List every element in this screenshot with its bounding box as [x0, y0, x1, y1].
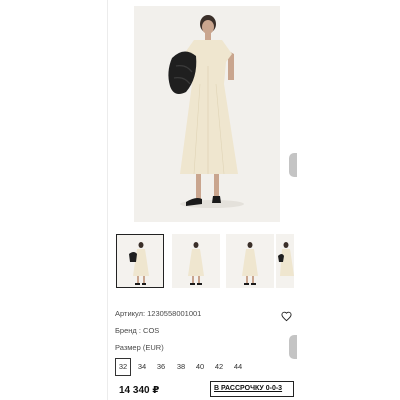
product-sku: Артикул: 1230558001001	[115, 309, 202, 318]
thumbnail-1[interactable]	[116, 234, 164, 288]
thumbnail-2[interactable]	[172, 234, 220, 288]
scroll-handle[interactable]	[289, 335, 297, 359]
size-option-40[interactable]: 40	[192, 358, 208, 376]
size-option-32[interactable]: 32	[115, 358, 131, 376]
size-option-42[interactable]: 42	[211, 358, 227, 376]
thumbnail-3[interactable]	[226, 234, 274, 288]
size-option-36[interactable]: 36	[153, 358, 169, 376]
size-option-44[interactable]: 44	[230, 358, 246, 376]
product-price: 14 340 ₽	[119, 385, 160, 396]
next-image-handle[interactable]	[289, 153, 297, 177]
product-brand: Бренд : COS	[115, 326, 160, 335]
thumbnail-4[interactable]	[276, 234, 294, 288]
product-main-image[interactable]	[134, 6, 280, 222]
size-option-34[interactable]: 34	[134, 358, 150, 376]
size-label: Размер (EUR)	[115, 343, 164, 352]
installment-button[interactable]: В РАССРОЧКУ 0-0-3	[210, 381, 294, 397]
size-option-38[interactable]: 38	[173, 358, 189, 376]
heart-icon[interactable]	[281, 311, 292, 322]
